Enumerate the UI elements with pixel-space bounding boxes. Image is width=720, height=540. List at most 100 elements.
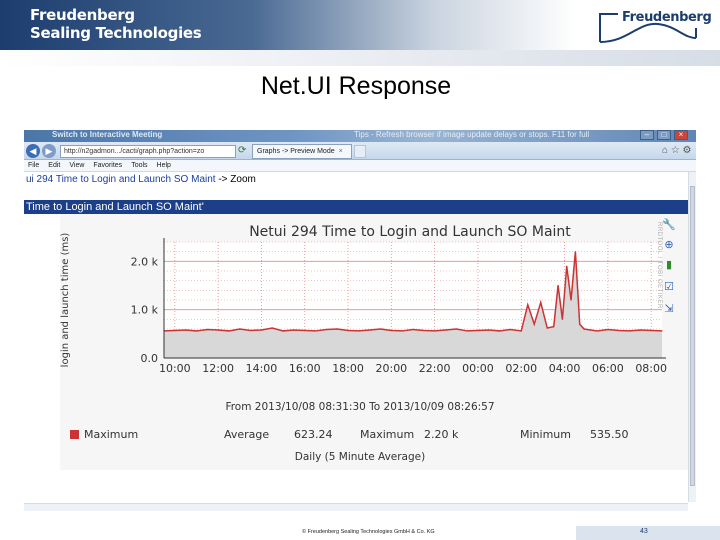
brand-line-2: Sealing Technologies [30, 24, 202, 42]
menu-help[interactable]: Help [157, 160, 171, 171]
x-tick-label: 10:00 [159, 362, 191, 375]
x-tick-label: 04:00 [549, 362, 581, 375]
window-titlebar: Switch to Interactive Meeting Tips - Ref… [24, 130, 696, 142]
menu-file[interactable]: File [28, 160, 39, 171]
minimize-button[interactable]: – [640, 130, 654, 140]
data-point [206, 328, 208, 331]
legend-text: 535.50 [590, 428, 629, 441]
menu-tools[interactable]: Tools [131, 160, 147, 171]
data-point [217, 329, 219, 331]
data-point [574, 251, 576, 253]
graph-title: Netui 294 Time to Login and Launch SO Ma… [249, 224, 571, 240]
data-point [566, 265, 568, 267]
freudenberg-logo: Freudenberg [598, 8, 712, 44]
data-point [596, 330, 598, 332]
header-rule [0, 50, 720, 66]
brand-wordmark: Freudenberg Sealing Technologies [30, 6, 202, 42]
new-tab-button[interactable] [354, 145, 366, 158]
graph-footnote: Daily (5 Minute Average) [295, 451, 425, 463]
window-hint: Tips - Refresh browser if image update d… [354, 130, 590, 139]
data-point [358, 330, 360, 332]
y-axis-label: login and launch time (ms) [60, 233, 71, 368]
slide-header-band: Freudenberg Sealing Technologies Freuden… [0, 0, 720, 50]
logo-word: Freudenberg [622, 10, 712, 25]
checklist-icon[interactable]: ☑ [662, 280, 676, 294]
data-point [607, 328, 609, 331]
x-tick-label: 02:00 [505, 362, 537, 375]
data-point [533, 323, 535, 325]
data-point [379, 328, 382, 330]
zoom-icon[interactable]: ⊕ [662, 238, 676, 252]
legend-text: Average [224, 428, 269, 441]
maximize-button[interactable]: □ [657, 130, 671, 140]
legend-text: 623.24 [294, 428, 333, 441]
data-point [239, 328, 241, 330]
browser-tab[interactable]: Graphs -> Preview Mode × [252, 144, 352, 159]
menu-bar: File Edit View Favorites Tools Help [24, 160, 696, 172]
y-tick-label: 2.0 k [131, 255, 159, 268]
vertical-scrollbar[interactable] [688, 172, 696, 502]
data-point [579, 323, 581, 325]
data-point [618, 329, 620, 332]
export-icon[interactable]: ⇲ [662, 302, 676, 316]
data-point [369, 329, 371, 331]
data-point [185, 329, 187, 331]
data-point [509, 328, 512, 331]
data-point [347, 329, 349, 332]
scrollbar-thumb[interactable] [690, 186, 695, 486]
x-tick-label: 08:00 [635, 362, 667, 375]
horizontal-scrollbar[interactable] [24, 503, 688, 511]
address-bar: ◀ ▶ http://n2gadmon.../cacti/graph.php?a… [24, 142, 696, 160]
data-point [271, 327, 273, 329]
page-header: Time to Login and Launch SO Maint' [24, 200, 688, 214]
data-point [527, 304, 529, 306]
breadcrumb-link[interactable]: ui 294 Time to Login and Launch SO Maint [26, 174, 216, 185]
legend-text: Minimum [520, 428, 571, 441]
graph-actions: 🔧 ⊕ ▮ ☑ ⇲ [652, 214, 688, 324]
menu-favorites[interactable]: Favorites [93, 160, 122, 171]
data-point [434, 330, 436, 332]
data-point [293, 329, 295, 331]
data-point [570, 299, 572, 301]
data-point [639, 329, 641, 331]
tab-label: Graphs -> Preview Mode [257, 148, 335, 155]
url-input[interactable]: http://n2gadmon.../cacti/graph.php?actio… [60, 145, 236, 158]
breadcrumb: ui 294 Time to Login and Launch SO Maint… [24, 172, 696, 188]
data-point [546, 327, 548, 329]
refresh-icon[interactable]: ⟳ [238, 145, 246, 156]
window-controls: – □ × [640, 130, 688, 140]
page-number: 43 [640, 528, 648, 535]
data-point [488, 329, 490, 331]
data-point [401, 330, 403, 332]
forward-arrow-icon[interactable]: ▶ [42, 144, 56, 158]
x-tick-label: 20:00 [375, 362, 407, 375]
home-icon[interactable]: ⌂ ☆ ⚙ [662, 145, 692, 156]
data-point [477, 329, 479, 332]
legend-text: Maximum [360, 428, 414, 441]
data-point [650, 329, 652, 332]
browser-screenshot: Switch to Interactive Meeting Tips - Ref… [24, 130, 696, 514]
y-tick-label: 1.0 k [131, 304, 159, 317]
window-title: Switch to Interactive Meeting [52, 130, 163, 139]
footer-band [576, 526, 720, 540]
back-arrow-icon[interactable]: ◀ [26, 144, 40, 158]
data-point [195, 330, 198, 332]
x-tick-label: 06:00 [592, 362, 624, 375]
close-button[interactable]: × [674, 130, 688, 140]
data-point [325, 328, 327, 331]
y-tick-label: 0.0 [141, 352, 159, 365]
menu-edit[interactable]: Edit [48, 160, 60, 171]
rrd-graph: Netui 294 Time to Login and Launch SO Ma… [60, 214, 688, 470]
data-point [390, 329, 392, 332]
tab-close-icon[interactable]: × [339, 148, 343, 155]
legend-text: 2.20 k [424, 428, 459, 441]
slide-title: Net.UI Response [260, 72, 452, 100]
data-point [228, 330, 230, 332]
data-point [260, 329, 263, 331]
data-point [589, 329, 592, 331]
chart-icon[interactable]: ▮ [662, 258, 676, 272]
date-range: From 2013/10/08 08:31:30 To 2013/10/09 0… [225, 401, 494, 413]
wrench-icon[interactable]: 🔧 [662, 218, 676, 232]
menu-view[interactable]: View [69, 160, 84, 171]
data-point [661, 330, 663, 332]
